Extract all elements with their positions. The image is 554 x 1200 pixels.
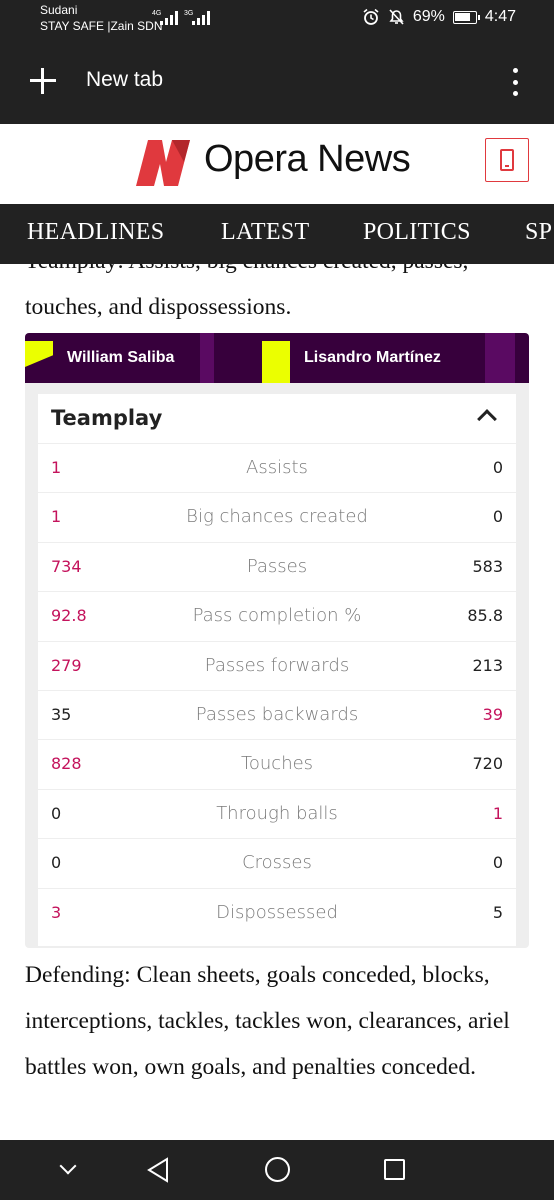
stats-panel: Teamplay 1 Assists 0 1 Big chances created 0 7…: [38, 394, 516, 946]
carrier-name-secondary: STAY SAFE |Zain SDN: [40, 19, 163, 33]
new-tab-plus-icon[interactable]: [28, 66, 58, 96]
section-toggle[interactable]: Teamplay: [38, 394, 516, 443]
status-indicators: 69% 4:47: [362, 8, 516, 26]
back-icon[interactable]: [146, 1157, 170, 1183]
alarm-icon: [363, 8, 379, 25]
stat-value-right: 39: [482, 705, 503, 724]
site-brand[interactable]: Opera News: [204, 138, 411, 181]
stat-label: Pass completion %: [192, 605, 362, 627]
table-row: 1 Big chances created 0: [38, 492, 516, 541]
table-row: 734 Passes 583: [38, 541, 516, 591]
table-row: 279 Passes forwards 213: [38, 640, 516, 690]
category-nav: HEADLINES LATEST POLITICS SP: [0, 204, 554, 264]
nav-sports[interactable]: SP: [525, 219, 552, 246]
signal-icon: [160, 11, 178, 25]
battery-percent: 69%: [412, 8, 445, 25]
stat-label: Assists: [246, 457, 308, 478]
stat-label: Passes forwards: [204, 654, 350, 676]
nav-latest[interactable]: LATEST: [221, 219, 309, 246]
player-left-name: William Saliba: [67, 349, 175, 366]
carrier-name: Sudani: [40, 3, 78, 17]
table-row: 828 Touches 720: [38, 739, 516, 788]
clock: 4:47: [484, 8, 516, 25]
stat-value-right: 583: [472, 556, 503, 576]
stat-label: Crosses: [242, 852, 312, 874]
hide-nav-chevron-down-icon[interactable]: [59, 1157, 77, 1175]
app-download-button[interactable]: [485, 138, 529, 182]
table-row: 35 Passes backwards 39: [38, 690, 516, 739]
stat-label: Passes backwards: [195, 704, 359, 725]
home-icon[interactable]: [265, 1157, 290, 1182]
table-row: 1 Assists 0: [38, 443, 516, 492]
player-right-name: Lisandro Martínez: [304, 349, 441, 366]
stat-value-right: 85.8: [467, 606, 503, 626]
phone-icon: [500, 149, 514, 171]
article-body: Teamplay: Assists, big chances created, …: [0, 264, 554, 1140]
more-options-icon[interactable]: [510, 68, 520, 96]
article-paragraph: Defending: Clean sheets, goals conceded,…: [25, 962, 510, 1080]
article-paragraph: Teamplay: Assists, big chances created, …: [25, 264, 468, 320]
player-comparison-card: William Saliba Lisandro Martínez Teampla…: [25, 333, 529, 948]
nav-headlines[interactable]: HEADLINES: [27, 219, 164, 246]
stat-value-right: 0: [492, 853, 503, 873]
stat-value-right: 0: [492, 507, 503, 527]
highlight-marker: [262, 341, 290, 383]
stat-label: Touches: [240, 753, 314, 775]
table-row: 3 Dispossessed 5: [38, 887, 516, 937]
highlight-marker: [25, 341, 53, 367]
system-nav-bar: [0, 1140, 554, 1200]
status-bar: Sudani STAY SAFE |Zain SDN 4G 3G 69% 4:4…: [0, 0, 554, 40]
stat-label: Dispossessed: [216, 901, 338, 923]
nav-politics[interactable]: POLITICS: [363, 219, 471, 246]
stat-value-right: 1: [492, 803, 503, 823]
site-header: Opera News: [0, 124, 554, 204]
stat-label: Through balls: [216, 802, 338, 824]
stat-label: Big chances created: [186, 506, 368, 528]
stat-value-right: 5: [492, 902, 503, 922]
stat-label: Passes: [246, 555, 308, 577]
battery-icon: [452, 10, 480, 24]
stat-value-right: 0: [492, 458, 503, 477]
recent-apps-icon[interactable]: [384, 1159, 405, 1180]
mute-bell-icon: [389, 9, 404, 25]
comparison-header: William Saliba Lisandro Martínez: [25, 333, 529, 383]
browser-toolbar: New tab: [0, 40, 554, 124]
opera-news-logo-icon[interactable]: [136, 140, 194, 186]
table-row: 0 Through balls 1: [38, 788, 516, 838]
section-title: Teamplay: [51, 406, 163, 430]
chevron-up-icon[interactable]: [477, 409, 497, 429]
stat-value-right: 213: [472, 655, 503, 675]
table-row: 0 Crosses 0: [38, 838, 516, 887]
tab-title[interactable]: New tab: [86, 68, 163, 92]
table-row: 92.8 Pass completion % 85.8: [38, 591, 516, 640]
signal-icon-2: [192, 11, 210, 25]
stat-value-right: 720: [472, 754, 503, 774]
